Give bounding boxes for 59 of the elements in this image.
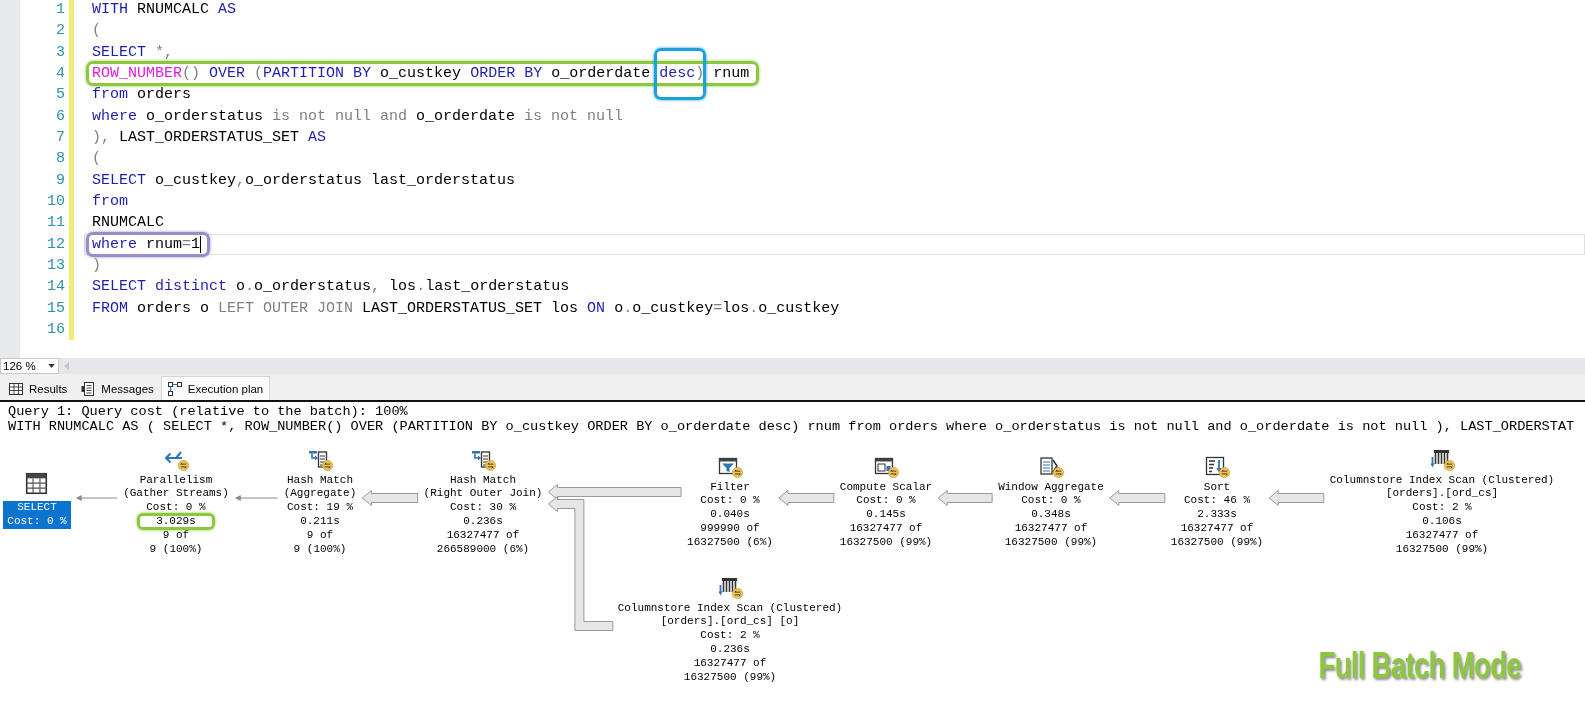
- code-line: SELECT o_custkey,o_orderstatus last_orderstatus: [92, 170, 516, 191]
- query-text-line: WITH RNUMCALC AS ( SELECT *, ROW_NUMBER() OVER (PARTITION BY o_custkey ORDER BY o_orderdate desc) rnum from orders where o_orderstatus is not null and o_orderdate is not null ), LAST_ORDERSTAT: [8, 419, 1575, 434]
- panel-tab[interactable]: Results: [2, 376, 75, 400]
- column-bars-icon[interactable]: [718, 576, 738, 597]
- operator-label[interactable]: Window Aggregate Cost: 0 % 0.348s 16327477 of 16327500 (99%): [997, 480, 1105, 550]
- code-line: from orders: [92, 85, 192, 106]
- line-number: 3: [56, 42, 65, 63]
- window-icon[interactable]: [874, 455, 894, 476]
- operator-label[interactable]: Filter Cost: 0 % 0.040s 999990 of 16327500 (6%): [686, 480, 774, 550]
- code-line: ROW_NUMBER() OVER (PARTITION BY o_custkey ORDER BY o_orderdate desc) rnum: [92, 64, 750, 84]
- operator-label[interactable]: Columnstore Index Scan (Clustered) [orders].[ord_cs] [o] Cost: 2 % 0.236s 16327477 of 16327500 (99%): [616, 601, 844, 685]
- line-number: 12: [47, 234, 65, 255]
- query-cost-line: Query 1: Query cost (relative to the batch): 100%: [8, 405, 408, 420]
- line-number: 5: [56, 85, 65, 106]
- code-line: (: [92, 149, 101, 170]
- code-line: ): [92, 255, 101, 276]
- grid-icon: [9, 381, 23, 396]
- line-number: 11: [47, 213, 65, 234]
- line-number: 16: [47, 319, 65, 340]
- operator-label[interactable]: Sort Cost: 46 % 2.333s 16327477 of 16327500 (99%): [1169, 480, 1265, 550]
- annotation-label: Full Batch Mode: [1318, 648, 1521, 684]
- operator-label[interactable]: Columnstore Index Scan (Clustered) [orders].[ord_cs] Cost: 2 % 0.106s 16327477 of 16327500 (99%): [1328, 473, 1556, 557]
- caret-icon: [48, 364, 55, 368]
- code-line: WITH RNUMCALC AS: [92, 0, 237, 20]
- document-bracket-icon[interactable]: [1039, 455, 1059, 476]
- funnel-icon[interactable]: [718, 455, 738, 476]
- line-number: 8: [56, 149, 65, 170]
- line-number: 10: [47, 191, 65, 212]
- line-number: 14: [47, 277, 65, 298]
- line-number: 13: [47, 255, 65, 276]
- zoom-dropdown[interactable]: 126 %: [0, 358, 59, 374]
- line-number: 15: [47, 298, 65, 319]
- code-line: FROM orders o LEFT OUTER JOIN LAST_ORDERSTATUS_SET los ON o.o_custkey=los.o_custkey: [92, 298, 840, 319]
- code-line: from: [92, 191, 128, 212]
- line-number: 7: [56, 127, 65, 148]
- line-number: 9: [56, 170, 65, 191]
- code-line: SELECT distinct o.o_orderstatus, los.last_orderstatus: [92, 277, 570, 298]
- column-bars-icon[interactable]: [1430, 448, 1450, 469]
- code-line: RNUMCALC: [92, 213, 164, 234]
- line-number: 6: [56, 106, 65, 127]
- operator-label[interactable]: Parallelism (Gather Streams) Cost: 0 % 3.029s 9 of 9 (100%): [122, 473, 230, 557]
- panel-tab[interactable]: Execution plan: [160, 376, 271, 400]
- code-line: ), LAST_ORDERSTATUS_SET AS: [92, 127, 327, 148]
- operator-label[interactable]: SELECT Cost: 0 %: [3, 501, 71, 529]
- document-icon: [81, 381, 96, 396]
- panel-tab[interactable]: Messages: [74, 376, 161, 400]
- sort-icon[interactable]: [1205, 455, 1225, 476]
- table-grid-icon[interactable]: [25, 472, 48, 496]
- operator-label[interactable]: Hash Match (Right Outer Join) Cost: 30 % 0.236s 16327477 of 266589000 (6%): [422, 473, 544, 557]
- code-line: SELECT *,: [92, 42, 174, 63]
- line-number: 1: [56, 0, 65, 20]
- plan-diagram-icon: [167, 381, 182, 396]
- operator-label[interactable]: Compute Scalar Cost: 0 % 0.145s 16327477 of 16327500 (99%): [838, 480, 934, 550]
- code-line: where rnum=1: [92, 234, 201, 255]
- operator-label[interactable]: Hash Match (Aggregate) Cost: 19 % 0.211s 9 of 9 (100%): [282, 473, 358, 557]
- line-number: 2: [56, 21, 65, 42]
- code-line: (: [92, 21, 101, 42]
- line-number: 4: [56, 64, 65, 84]
- code-line: where o_orderstatus is not null and o_orderdate is not null: [92, 106, 624, 127]
